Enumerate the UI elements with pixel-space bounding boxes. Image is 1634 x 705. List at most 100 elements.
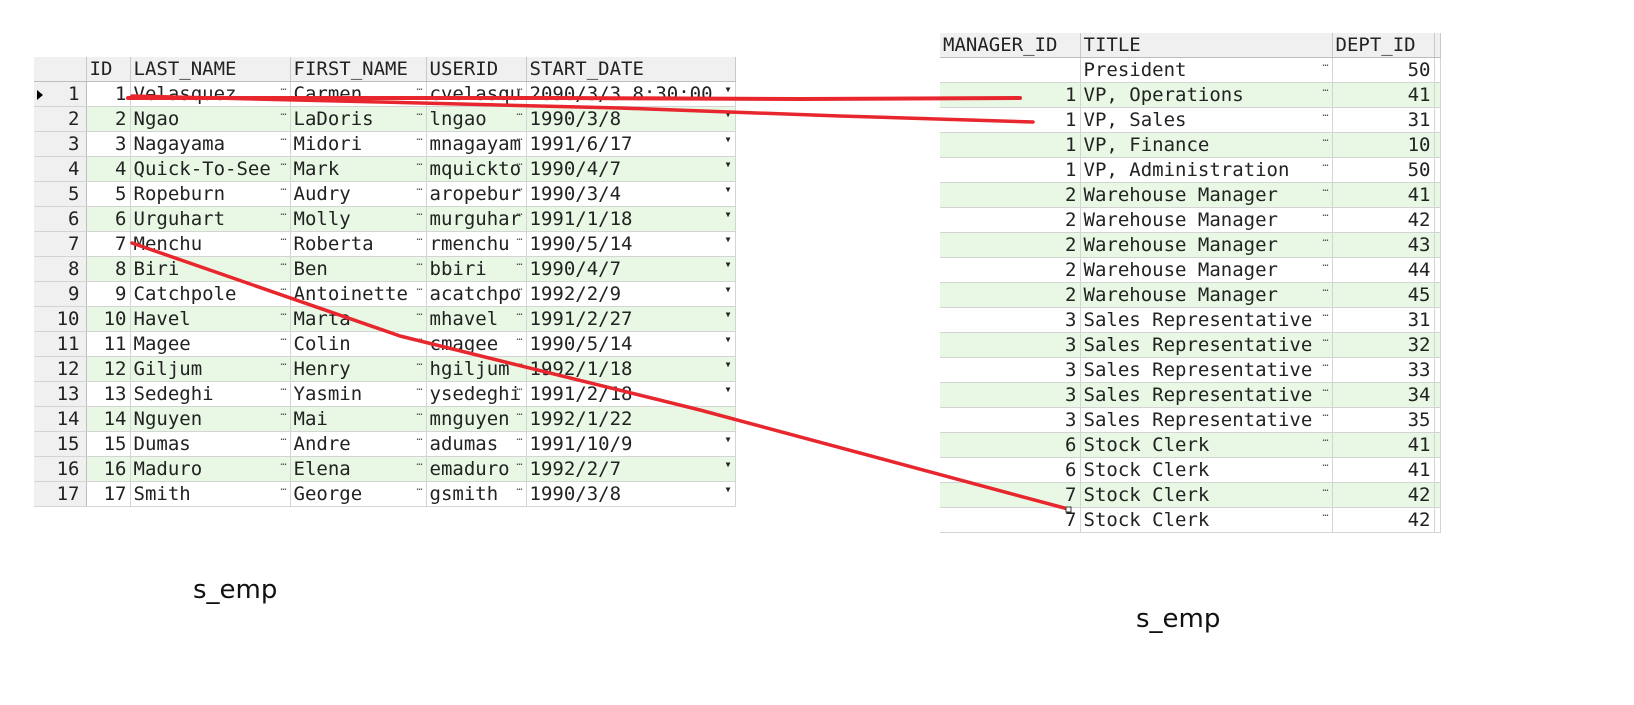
cell-ellipsis-icon[interactable]: …	[280, 333, 286, 343]
cell-manager-id[interactable]: 2	[940, 257, 1081, 283]
cell-last-name[interactable]: Biri…	[130, 256, 291, 282]
cell-last-name[interactable]: Maduro…	[130, 456, 291, 482]
row-number[interactable]: 2	[34, 106, 87, 132]
cell-clipped[interactable]	[1434, 407, 1441, 433]
cell-ellipsis-icon[interactable]: …	[516, 183, 522, 193]
cell-ellipsis-icon[interactable]: …	[416, 233, 422, 243]
cell-manager-id[interactable]: 2	[940, 282, 1081, 308]
column-header-id[interactable]: ID	[86, 57, 131, 82]
cell-ellipsis-icon[interactable]: …	[516, 233, 522, 243]
cell-start-date[interactable]: 1992/1/18 ▼	[526, 356, 736, 382]
cell-ellipsis-icon[interactable]: …	[416, 283, 422, 293]
table-row[interactable]: 16 16 Maduro … Elena … emaduro … 1992/2/7 ▼	[34, 456, 736, 482]
cell-id[interactable]: 13	[86, 381, 131, 407]
cell-ellipsis-icon[interactable]: …	[1322, 409, 1328, 419]
cell-title[interactable]: VP, Operations…	[1080, 82, 1333, 108]
cell-start-date[interactable]: 1991/1/18 ▼	[526, 206, 736, 232]
cell-dept-id[interactable]: 43	[1332, 232, 1435, 258]
cell-manager-id[interactable]: 7	[940, 482, 1081, 508]
table-row[interactable]: 4 4 Quick-To-See… Mark… mquickto… 1990/4/7 ▼	[34, 156, 736, 182]
cell-first-name[interactable]: Ben…	[290, 256, 427, 282]
cell-ellipsis-icon[interactable]: …	[1322, 259, 1328, 269]
table-row[interactable]: 1 1 Velasquez… Carmen… cvelasqu… 2090/3/3 8:3…	[34, 81, 736, 107]
cell-ellipsis-icon[interactable]: …	[280, 358, 286, 368]
row-number[interactable]: 7	[34, 231, 87, 257]
cell-last-name[interactable]: Menchu…	[130, 231, 291, 257]
cell-ellipsis-icon[interactable]: …	[516, 108, 522, 118]
cell-last-name[interactable]: Ropeburn…	[130, 181, 291, 207]
cell-ellipsis-icon[interactable]: …	[516, 333, 522, 343]
cell-ellipsis-icon[interactable]: …	[516, 283, 522, 293]
cell-manager-id[interactable]: 2	[940, 182, 1081, 208]
dropdown-arrow-icon[interactable]: ▼	[726, 386, 731, 394]
cell-title[interactable]: Stock Clerk…	[1080, 482, 1333, 508]
cell-ellipsis-icon[interactable]: …	[416, 133, 422, 143]
table-row[interactable]: 9 9 Catchpole… Antoinette… acatchpo… 1992/2/9…	[34, 281, 736, 307]
cell-title[interactable]: Warehouse Manager…	[1080, 257, 1333, 283]
cell-start-date[interactable]: 1990/3/8 ▼	[526, 481, 736, 507]
cell-ellipsis-icon[interactable]: …	[416, 158, 422, 168]
table-row[interactable]: President … 50	[940, 57, 1441, 83]
cell-first-name[interactable]: Mark…	[290, 156, 427, 182]
cell-ellipsis-icon[interactable]: …	[1322, 184, 1328, 194]
cell-dept-id[interactable]: 31	[1332, 107, 1435, 133]
cell-title[interactable]: Sales Representative…	[1080, 407, 1333, 433]
cell-ellipsis-icon[interactable]: …	[280, 133, 286, 143]
table-row[interactable]: 2 Warehouse Manager … 41	[940, 182, 1441, 208]
table-row[interactable]: 5 5 Ropeburn… Audry… aropebur… 1990/3/4 ▼	[34, 181, 736, 207]
cell-last-name[interactable]: Ngao…	[130, 106, 291, 132]
cell-ellipsis-icon[interactable]: …	[1322, 234, 1328, 244]
cell-manager-id[interactable]: 3	[940, 307, 1081, 333]
cell-id[interactable]: 8	[86, 256, 131, 282]
cell-ellipsis-icon[interactable]: …	[516, 433, 522, 443]
cell-clipped[interactable]	[1434, 432, 1441, 458]
cell-ellipsis-icon[interactable]: …	[280, 458, 286, 468]
table-row[interactable]: 3 Sales Representative … 34	[940, 382, 1441, 408]
cell-ellipsis-icon[interactable]: …	[416, 333, 422, 343]
cell-first-name[interactable]: Midori…	[290, 131, 427, 157]
cell-id[interactable]: 3	[86, 131, 131, 157]
table-row[interactable]: 1 VP, Administration … 50	[940, 157, 1441, 183]
dropdown-arrow-icon[interactable]: ▼	[726, 186, 731, 194]
cell-start-date[interactable]: 1992/2/7 ▼	[526, 456, 736, 482]
dropdown-arrow-icon[interactable]: ▼	[726, 161, 731, 169]
cell-ellipsis-icon[interactable]: …	[280, 183, 286, 193]
cell-manager-id[interactable]: 2	[940, 207, 1081, 233]
cell-clipped[interactable]	[1434, 132, 1441, 158]
cell-start-date[interactable]: 1991/6/17 ▼	[526, 131, 736, 157]
cell-clipped[interactable]	[1434, 257, 1441, 283]
cell-userid[interactable]: hgiljum…	[426, 356, 527, 382]
column-header-manager-id[interactable]: MANAGER_ID	[940, 33, 1081, 58]
cell-ellipsis-icon[interactable]: …	[1322, 334, 1328, 344]
cell-ellipsis-icon[interactable]: …	[1322, 84, 1328, 94]
cell-start-date[interactable]: 1992/1/22	[526, 406, 736, 432]
dropdown-arrow-icon[interactable]: ▼	[726, 361, 731, 369]
cell-ellipsis-icon[interactable]: …	[416, 358, 422, 368]
cell-last-name[interactable]: Havel…	[130, 306, 291, 332]
dropdown-arrow-icon[interactable]: ▼	[726, 211, 731, 219]
cell-ellipsis-icon[interactable]: …	[416, 408, 422, 418]
cell-last-name[interactable]: Dumas…	[130, 431, 291, 457]
cell-manager-id[interactable]: 2	[940, 232, 1081, 258]
table-row[interactable]: 2 Warehouse Manager … 43	[940, 232, 1441, 258]
cell-title[interactable]: Warehouse Manager…	[1080, 207, 1333, 233]
column-header-title[interactable]: TITLE	[1080, 33, 1333, 58]
dropdown-arrow-icon[interactable]: ▼	[726, 286, 731, 294]
cell-last-name[interactable]: Quick-To-See…	[130, 156, 291, 182]
cell-userid[interactable]: mquickto…	[426, 156, 527, 182]
cell-first-name[interactable]: Yasmin…	[290, 381, 427, 407]
cell-id[interactable]: 2	[86, 106, 131, 132]
cell-first-name[interactable]: Roberta…	[290, 231, 427, 257]
cell-manager-id[interactable]: 3	[940, 332, 1081, 358]
cell-start-date[interactable]: 1990/4/7 ▼	[526, 156, 736, 182]
cell-title[interactable]: Warehouse Manager…	[1080, 282, 1333, 308]
cell-dept-id[interactable]: 41	[1332, 182, 1435, 208]
cell-id[interactable]: 14	[86, 406, 131, 432]
cell-first-name[interactable]: Audry…	[290, 181, 427, 207]
cell-ellipsis-icon[interactable]: …	[516, 258, 522, 268]
row-number[interactable]: 14	[34, 406, 87, 432]
column-header-first-name[interactable]: FIRST_NAME	[290, 57, 427, 82]
table-row[interactable]: 3 Sales Representative … 33	[940, 357, 1441, 383]
cell-start-date[interactable]: 2090/3/3 8:30:00 ▼	[526, 81, 736, 107]
cell-ellipsis-icon[interactable]: …	[416, 208, 422, 218]
